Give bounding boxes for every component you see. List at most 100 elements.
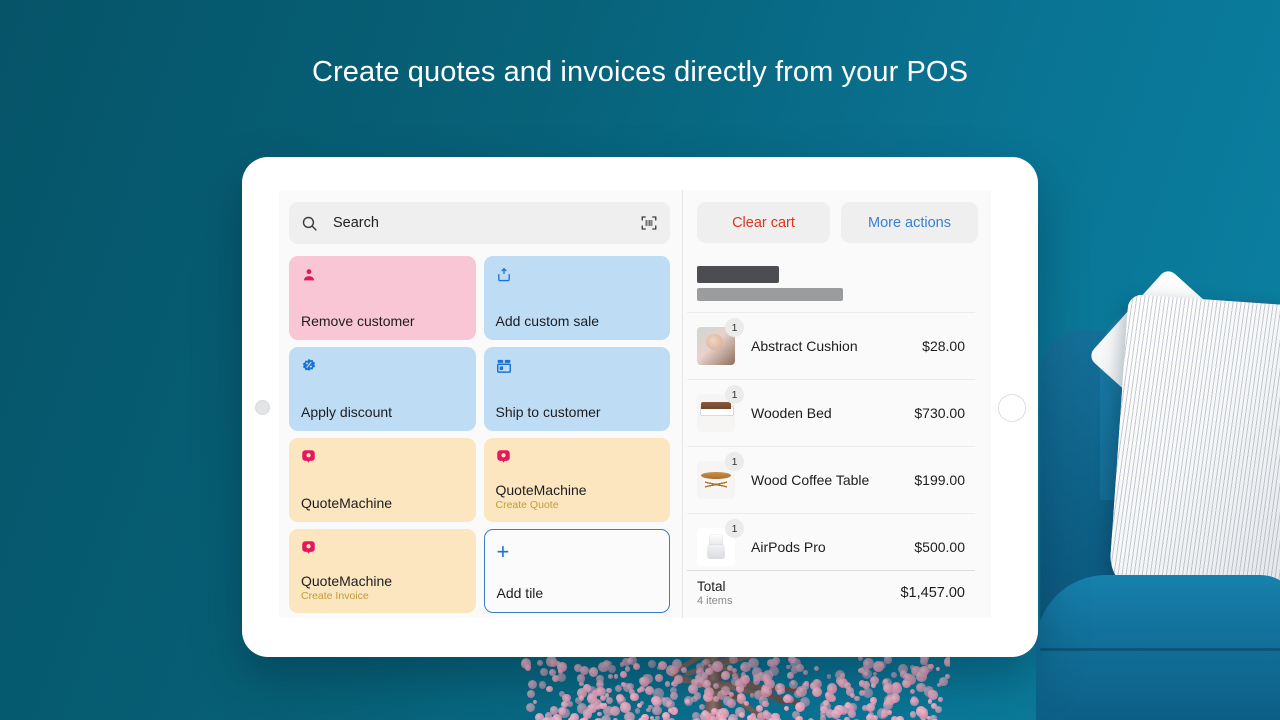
redacted-bar-secondary (697, 288, 843, 301)
quotemachine-icon (301, 449, 316, 464)
blossom-petal (540, 668, 548, 676)
blossom-petal (827, 674, 832, 679)
blossom-petal (620, 702, 630, 712)
blossom-petal (936, 667, 940, 671)
blossom-petal (662, 712, 670, 720)
blossom-petal (542, 717, 551, 720)
blossom-petal (625, 666, 631, 672)
cart-action-buttons: Clear cart More actions (697, 202, 978, 243)
shipping-box-icon (496, 358, 512, 374)
front-camera-dot (255, 400, 270, 415)
tile-label: Ship to customer (496, 404, 659, 420)
blossom-petal (735, 679, 743, 687)
blossom-petal (577, 674, 585, 682)
blossom-petal (748, 658, 758, 668)
blossom-petal (596, 705, 601, 710)
blossom-petal (820, 701, 831, 712)
blossom-petal (729, 692, 734, 697)
blossom-petal (777, 689, 783, 695)
blossom-petal (796, 716, 803, 720)
quantity-badge: 1 (725, 519, 744, 538)
tile-add-tile[interactable]: + Add tile (484, 529, 671, 613)
tile-quotemachine-create-quote[interactable]: QuoteMachine Create Quote (484, 438, 671, 522)
customer-placeholder (697, 266, 843, 301)
cart-row[interactable]: 1 Wooden Bed $730.00 (687, 379, 975, 446)
pos-app-screen: Search Remove customer Add custom sale A… (279, 190, 991, 618)
blossom-petal (640, 701, 645, 706)
item-price: $730.00 (914, 405, 965, 421)
customer-icon (301, 267, 317, 283)
item-thumbnail-wrap: 1 (697, 394, 735, 432)
cart-pane: Clear cart More actions 1 Abstract Cushi… (683, 190, 991, 618)
item-thumbnail-wrap: 1 (697, 528, 735, 566)
tile-label: QuoteMachine (301, 573, 464, 589)
tile-add-custom-sale[interactable]: Add custom sale (484, 256, 671, 340)
blossom-petal (764, 678, 772, 686)
tile-apply-discount[interactable]: Apply discount (289, 347, 476, 431)
blossom-petal (681, 667, 687, 673)
search-icon (301, 215, 318, 232)
blossom-petal (615, 685, 622, 692)
item-price: $500.00 (914, 539, 965, 555)
tile-sublabel: Create Quote (496, 499, 659, 511)
barcode-scanner-icon[interactable] (640, 214, 658, 232)
blossom-petal (537, 660, 543, 666)
blossom-petal (606, 697, 613, 704)
blossom-petal (533, 700, 537, 704)
blossom-petal (744, 675, 749, 680)
blossom-petal (910, 689, 915, 694)
blossom-petal (863, 688, 873, 698)
tile-quotemachine[interactable]: QuoteMachine (289, 438, 476, 522)
redacted-bar-primary (697, 266, 779, 283)
blossom-petal (549, 669, 556, 676)
home-button[interactable] (998, 394, 1026, 422)
item-thumbnail-wrap: 1 (697, 461, 735, 499)
add-to-tray-icon (496, 267, 512, 283)
blossom-petal (603, 660, 610, 667)
blossom-petal (747, 715, 753, 720)
quotemachine-icon (496, 449, 511, 464)
blossom-petal (608, 674, 613, 679)
blossom-petal (920, 708, 928, 716)
quotemachine-icon (301, 540, 316, 555)
sofa-seam (1040, 648, 1280, 651)
search-input[interactable]: Search (289, 202, 670, 244)
cart-row[interactable]: 1 Wood Coffee Table $199.00 (687, 446, 975, 513)
blossom-petal (666, 665, 677, 676)
tile-remove-customer[interactable]: Remove customer (289, 256, 476, 340)
blossom-petal (944, 659, 950, 667)
smart-grid-tiles: Remove customer Add custom sale Apply di… (289, 256, 670, 613)
blossom-petal (927, 716, 931, 720)
blossom-petal (759, 696, 769, 706)
item-name: Abstract Cushion (751, 338, 922, 354)
clear-cart-button[interactable]: Clear cart (697, 202, 830, 243)
blossom-petal (525, 664, 531, 670)
blossom-petal (741, 665, 746, 670)
blossom-petal (896, 716, 903, 720)
blossom-petal (648, 660, 656, 668)
blossom-petal (558, 669, 563, 674)
blossom-petal (831, 709, 841, 719)
total-item-count: 4 items (697, 595, 732, 607)
blossom-petal (528, 680, 537, 689)
blossom-petal (757, 712, 766, 720)
blossom-petal (558, 707, 566, 715)
blossom-petal (700, 711, 711, 720)
blossom-petal (546, 686, 552, 692)
more-actions-button[interactable]: More actions (841, 202, 978, 243)
plus-icon: + (497, 541, 658, 563)
blossom-petal (701, 660, 707, 666)
blossom-petal (721, 671, 730, 680)
blossom-petal (803, 670, 808, 675)
cart-row[interactable]: 1 Abstract Cushion $28.00 (687, 312, 975, 379)
tile-ship-to-customer[interactable]: Ship to customer (484, 347, 671, 431)
blossom-petal (559, 691, 565, 697)
blossom-petal (630, 693, 638, 701)
striped-pillow (1108, 294, 1280, 606)
tile-sublabel: Create Invoice (301, 590, 464, 602)
blossom-petal (596, 675, 604, 683)
blossom-petal (635, 708, 640, 713)
blossom-petal (800, 697, 810, 707)
blossom-petal (555, 717, 561, 720)
tile-quotemachine-create-invoice[interactable]: QuoteMachine Create Invoice (289, 529, 476, 613)
